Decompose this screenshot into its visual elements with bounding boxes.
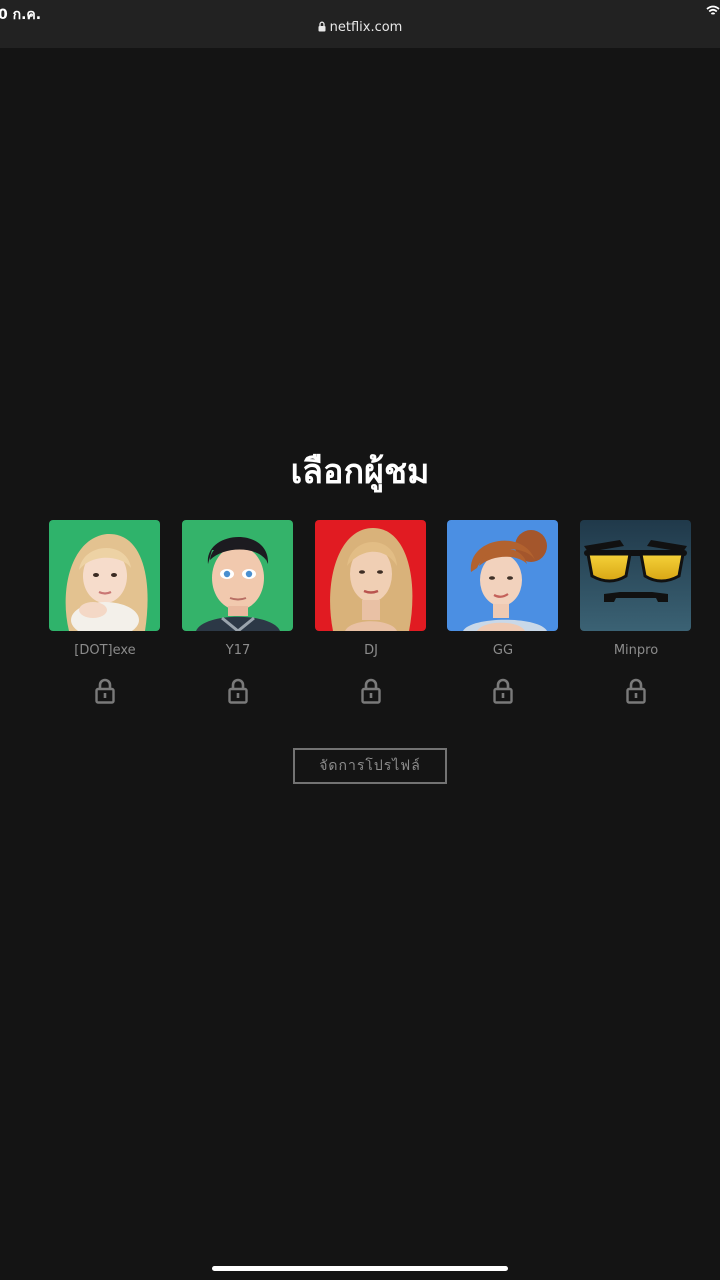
woman-portrait-avatar	[447, 520, 558, 631]
page-title: เลือกผู้ชม	[290, 452, 430, 492]
url-text: netflix.com	[329, 20, 403, 35]
profile-name: DJ	[364, 643, 378, 658]
profile-name: GG	[492, 643, 514, 658]
lock-icon	[228, 678, 248, 704]
home-indicator[interactable]	[212, 1266, 508, 1271]
profile-item[interactable]: [DOT]exe	[49, 520, 161, 704]
browser-status-bar: 0 ก.ค. netflix.com	[0, 0, 720, 48]
profile-item[interactable]: GG	[447, 520, 559, 704]
woman-portrait-avatar	[315, 520, 426, 631]
address-bar[interactable]: netflix.com	[0, 20, 720, 35]
profile-avatar[interactable]	[315, 520, 426, 631]
wifi-icon	[706, 5, 720, 15]
profile-avatar[interactable]	[447, 520, 558, 631]
profile-name: Minpro	[613, 643, 659, 658]
lock-icon	[361, 678, 381, 704]
profile-avatar[interactable]	[182, 520, 293, 631]
sunglasses-mustache-avatar	[580, 520, 691, 631]
profile-avatar[interactable]	[49, 520, 160, 631]
profile-item[interactable]: DJ	[315, 520, 427, 704]
manage-profiles-button[interactable]: จัดการโปรไฟล์	[293, 748, 447, 784]
lock-icon	[626, 678, 646, 704]
lock-icon	[318, 21, 326, 32]
profile-name: [DOT]exe	[74, 643, 136, 658]
lock-icon	[493, 678, 513, 704]
woman-portrait-avatar	[49, 520, 160, 631]
lock-icon	[95, 678, 115, 704]
profile-list: [DOT]exe Y17 DJ GG Minpro	[49, 520, 699, 710]
profile-name: Y17	[225, 643, 251, 658]
profile-item[interactable]: Minpro	[580, 520, 692, 704]
profile-item[interactable]: Y17	[182, 520, 294, 704]
cartoon-boy-avatar	[182, 520, 293, 631]
profile-avatar[interactable]	[580, 520, 691, 631]
